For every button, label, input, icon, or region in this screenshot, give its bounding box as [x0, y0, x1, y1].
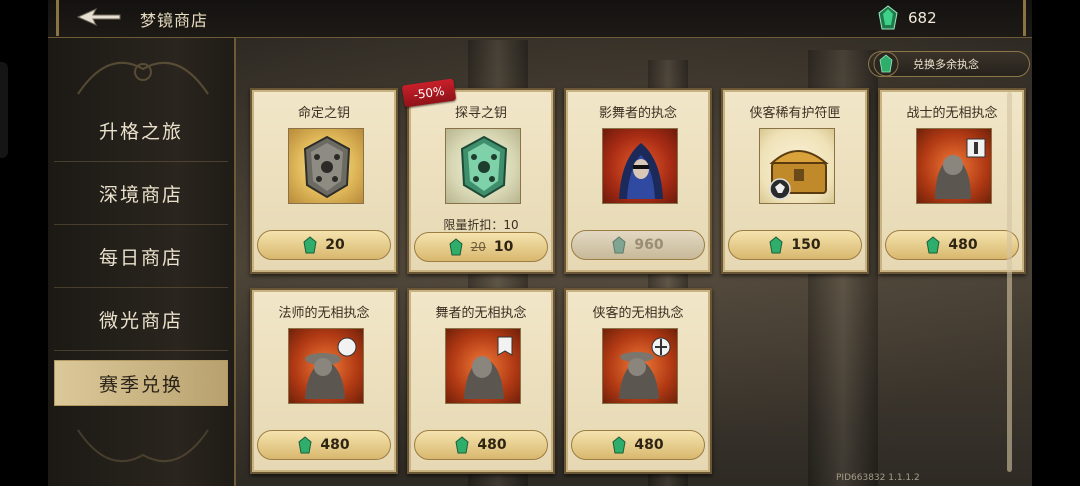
- price-button[interactable]: 480: [257, 430, 391, 460]
- green-gem-icon: [926, 236, 940, 254]
- shop-item-card[interactable]: 舞者的无相执念 480: [407, 288, 555, 474]
- sidebar-item-daily-shop[interactable]: 每日商店: [54, 226, 228, 288]
- price-button[interactable]: 480: [885, 230, 1019, 260]
- price-button[interactable]: 480: [571, 430, 705, 460]
- green-gem-icon: [303, 236, 317, 254]
- shop-item-card[interactable]: 影舞者的执念 960: [564, 88, 712, 274]
- scrollbar[interactable]: [1007, 92, 1012, 472]
- original-price: 20: [470, 240, 486, 254]
- frame-ornament: [1023, 0, 1026, 36]
- green-gem-icon: [873, 51, 899, 77]
- item-price: 960: [634, 237, 664, 253]
- shop-item-card[interactable]: 命定之钥 20: [250, 88, 398, 274]
- item-name: 舞者的无相执念: [435, 306, 527, 321]
- shadow-dancer-portrait-icon: [602, 128, 678, 204]
- item-name: 探寻之钥: [454, 106, 507, 121]
- item-price: 20: [325, 237, 345, 253]
- item-name: 侠客稀有护符匣: [749, 106, 841, 121]
- shop-sidebar: 升格之旅 深境商店 每日商店 微光商店 赛季兑换: [48, 38, 236, 486]
- exchange-surplus-label: 兑换多余执念: [913, 58, 979, 71]
- dancer-statue-icon: [445, 328, 521, 404]
- exchange-surplus-button[interactable]: 兑换多余执念: [868, 51, 1030, 77]
- price-button[interactable]: 20 10: [414, 232, 548, 262]
- shop-item-card[interactable]: 探寻之钥 限量折扣：10 20 10: [407, 88, 555, 274]
- green-rune-stone-icon: [445, 128, 521, 204]
- ornament-decoration: [77, 429, 209, 463]
- item-name: 法师的无相执念: [278, 306, 370, 321]
- price-button[interactable]: 960: [571, 230, 705, 260]
- device-notch: [0, 62, 8, 158]
- green-gem-icon: [455, 436, 469, 454]
- sidebar-item-glimmer-shop[interactable]: 微光商店: [54, 289, 228, 351]
- treasure-chest-icon: [759, 128, 835, 204]
- ornament-decoration: [77, 61, 209, 95]
- price-button[interactable]: 20: [257, 230, 391, 260]
- item-price: 480: [948, 237, 978, 253]
- back-arrow-icon: [76, 7, 121, 27]
- game-screen: 梦镜商店 682 升格之旅 深境商店 每日商店 微光商店 赛季兑换 兑换多余执念: [48, 0, 1032, 486]
- green-gem-icon: [769, 236, 783, 254]
- shop-item-card[interactable]: 战士的无相执念 480: [878, 88, 1026, 274]
- shop-item-card[interactable]: 法师的无相执念 480: [250, 288, 398, 474]
- green-gem-icon: [298, 436, 312, 454]
- item-price: 150: [791, 237, 821, 253]
- frame-ornament: [56, 0, 59, 36]
- sidebar-item-season-exchange[interactable]: 赛季兑换: [54, 360, 228, 406]
- version-label: PID663832 1.1.1.2: [836, 473, 920, 483]
- device-right-bezel: [1032, 0, 1080, 486]
- top-bar: 梦镜商店 682: [48, 0, 1032, 38]
- ranger-statue-icon: [602, 328, 678, 404]
- price-button[interactable]: 150: [728, 230, 862, 260]
- shop-item-card[interactable]: 侠客的无相执念 480: [564, 288, 712, 474]
- green-gem-icon: [878, 5, 898, 30]
- device-left-bezel: [0, 0, 48, 486]
- item-name: 战士的无相执念: [906, 106, 998, 121]
- golden-rune-stone-icon: [288, 128, 364, 204]
- green-gem-icon: [612, 436, 626, 454]
- shop-item-card[interactable]: 侠客稀有护符匣 150: [721, 88, 869, 274]
- item-price: 480: [477, 437, 507, 453]
- currency-amount: 682: [908, 9, 937, 27]
- currency-display: 682: [878, 5, 937, 31]
- price-button[interactable]: 480: [414, 430, 548, 460]
- item-name: 影舞者的执念: [598, 106, 677, 121]
- item-price: 480: [320, 437, 350, 453]
- discount-limit-text: 限量折扣：10: [443, 218, 519, 232]
- back-button[interactable]: [76, 6, 122, 28]
- sidebar-item-ascension-journey[interactable]: 升格之旅: [54, 100, 228, 162]
- sidebar-item-abyss-shop[interactable]: 深境商店: [54, 163, 228, 225]
- mage-statue-icon: [288, 328, 364, 404]
- item-name: 侠客的无相执念: [592, 306, 684, 321]
- page-title: 梦镜商店: [140, 11, 209, 30]
- item-price: 480: [634, 437, 664, 453]
- green-gem-icon: [449, 238, 463, 256]
- warrior-statue-icon: [916, 128, 992, 204]
- green-gem-icon: [612, 236, 626, 254]
- item-price: 10: [493, 239, 514, 255]
- item-name: 命定之钥: [297, 106, 350, 121]
